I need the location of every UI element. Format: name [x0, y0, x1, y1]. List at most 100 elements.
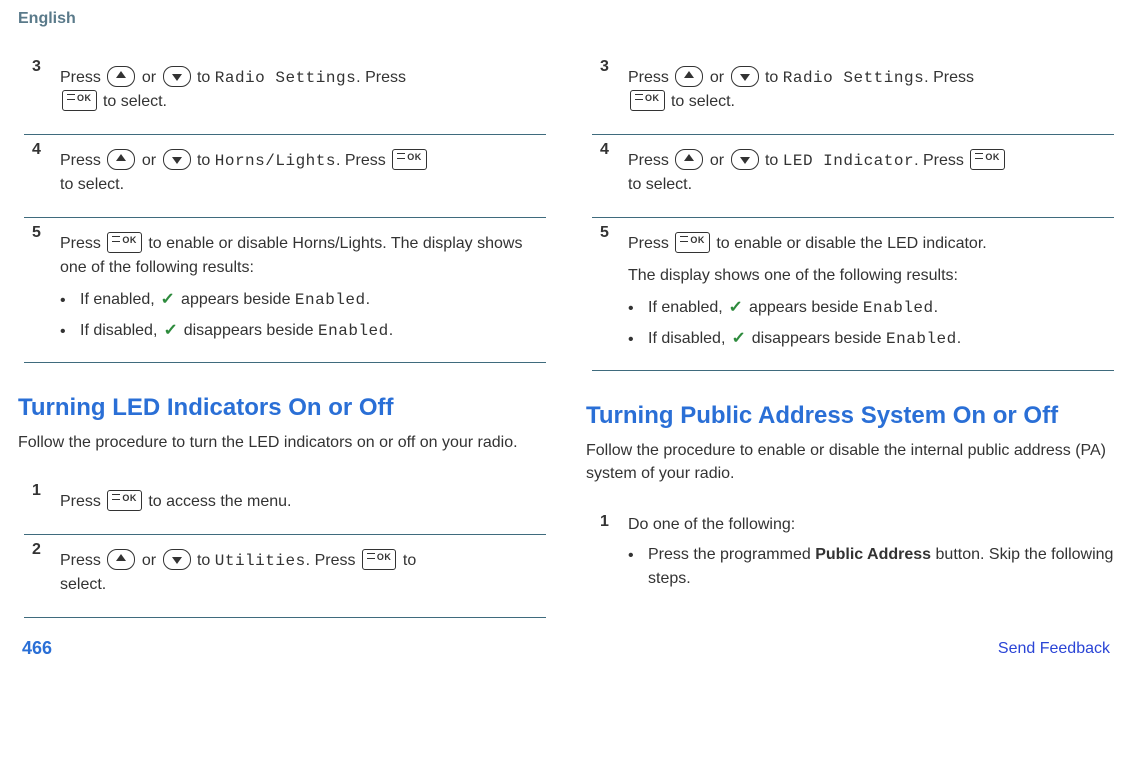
step-row: 4 Press or to Horns/Lights. Press OK to … — [24, 135, 546, 218]
page-header-language: English — [18, 10, 1114, 28]
text: disappears beside — [184, 322, 314, 339]
checkmark-icon: ✓ — [731, 327, 746, 351]
button-name: Public Address — [815, 546, 931, 563]
text: or — [142, 69, 156, 86]
result-list: • If enabled, ✓ appears beside Enabled. … — [628, 296, 1114, 352]
state-label: Enabled — [295, 291, 366, 309]
text: select. — [60, 576, 106, 593]
text: disappears beside — [752, 330, 882, 347]
text: to — [765, 152, 778, 169]
menu-item-label: Horns/Lights — [215, 152, 336, 170]
list-item: • Press the programmed Public Address bu… — [628, 543, 1114, 591]
bullet-icon: • — [60, 288, 68, 313]
section-intro: Follow the procedure to enable or disabl… — [586, 439, 1114, 485]
ok-button-icon: OK — [392, 149, 427, 170]
text: . Press — [914, 152, 964, 169]
step-number: 5 — [600, 224, 614, 358]
step-row: 5 Press OK to enable or disable the LED … — [592, 218, 1114, 371]
bullet-icon: • — [60, 319, 68, 344]
state-label: Enabled — [886, 330, 957, 348]
down-arrow-button-icon — [163, 66, 191, 87]
menu-item-label: Utilities — [215, 552, 306, 570]
result-list: • If enabled, ✓ appears beside Enabled. … — [60, 288, 546, 344]
ok-button-icon: OK — [62, 90, 97, 111]
state-label: Enabled — [863, 299, 934, 317]
step-body: Press or to Horns/Lights. Press OK to se… — [60, 141, 546, 205]
text: appears beside — [749, 299, 858, 316]
text: to — [403, 552, 416, 569]
bullet-icon: • — [628, 327, 636, 352]
ok-button-icon: OK — [362, 549, 397, 570]
text: Press — [628, 152, 669, 169]
menu-item-label: Radio Settings — [783, 69, 924, 87]
up-arrow-button-icon — [107, 149, 135, 170]
text: If disabled, — [80, 322, 157, 339]
text: or — [142, 152, 156, 169]
text: to — [197, 152, 210, 169]
ok-button-icon: OK — [107, 490, 142, 511]
down-arrow-button-icon — [731, 66, 759, 87]
text: Press — [628, 69, 669, 86]
text: . Press — [306, 552, 356, 569]
down-arrow-button-icon — [163, 549, 191, 570]
up-arrow-button-icon — [107, 549, 135, 570]
text: Press — [60, 552, 101, 569]
text: to select. — [60, 176, 124, 193]
down-arrow-button-icon — [731, 149, 759, 170]
text: or — [710, 152, 724, 169]
up-arrow-button-icon — [107, 66, 135, 87]
section-heading: Turning LED Indicators On or Off — [18, 393, 546, 423]
step-row: 4 Press or to LED Indicator. Press OK to… — [592, 135, 1114, 218]
page-footer: 466 Send Feedback — [18, 638, 1114, 659]
option-list: • Press the programmed Public Address bu… — [628, 543, 1114, 591]
section-intro: Follow the procedure to turn the LED ind… — [18, 431, 546, 454]
step-number: 3 — [32, 58, 46, 122]
send-feedback-link[interactable]: Send Feedback — [998, 640, 1110, 658]
step-number: 4 — [600, 141, 614, 205]
text: . Press — [356, 69, 406, 86]
text: Press — [60, 69, 101, 86]
menu-item-label: Radio Settings — [215, 69, 356, 87]
text: . Press — [336, 152, 386, 169]
text: Press — [628, 235, 669, 252]
text: to access the menu. — [148, 493, 291, 510]
ok-button-icon: OK — [630, 90, 665, 111]
checkmark-icon: ✓ — [163, 319, 178, 343]
text: Press the programmed — [648, 546, 811, 563]
step-body: Press or to Radio Settings. Press OK to … — [60, 58, 546, 122]
text: or — [710, 69, 724, 86]
two-column-layout: 3 Press or to Radio Settings. Press OK t… — [18, 52, 1114, 618]
down-arrow-button-icon — [163, 149, 191, 170]
text: Do one of the following: — [628, 516, 795, 533]
text: The display shows one of the following r… — [628, 264, 1114, 288]
text: If enabled, — [80, 291, 155, 308]
step-row: 1 Press OK to access the menu. — [24, 476, 546, 535]
step-body: Press OK to enable or disable the LED in… — [628, 224, 1114, 358]
page-number: 466 — [22, 638, 52, 659]
checkmark-icon: ✓ — [161, 288, 176, 312]
text: or — [142, 552, 156, 569]
list-item: • If enabled, ✓ appears beside Enabled. — [628, 296, 1114, 321]
up-arrow-button-icon — [675, 66, 703, 87]
list-item: • If disabled, ✓ disappears beside Enabl… — [628, 327, 1114, 352]
step-body: Press or to Radio Settings. Press OK to … — [628, 58, 1114, 122]
bullet-icon: • — [628, 296, 636, 321]
list-item: • If enabled, ✓ appears beside Enabled. — [60, 288, 546, 313]
text: to — [197, 69, 210, 86]
left-column: 3 Press or to Radio Settings. Press OK t… — [18, 52, 546, 618]
step-number: 1 — [32, 482, 46, 522]
up-arrow-button-icon — [675, 149, 703, 170]
step-number: 2 — [32, 541, 46, 605]
state-label: Enabled — [318, 322, 389, 340]
text: to select. — [103, 93, 167, 110]
step-body: Press OK to enable or disable Horns/Ligh… — [60, 224, 546, 350]
step-body: Press OK to access the menu. — [60, 482, 546, 522]
checkmark-icon: ✓ — [729, 296, 744, 320]
text: appears beside — [181, 291, 290, 308]
step-row: 3 Press or to Radio Settings. Press OK t… — [24, 52, 546, 135]
step-number: 1 — [600, 513, 614, 597]
list-item: • If disabled, ✓ disappears beside Enabl… — [60, 319, 546, 344]
menu-item-label: LED Indicator — [783, 152, 914, 170]
step-number: 4 — [32, 141, 46, 205]
text: Press — [60, 235, 101, 252]
